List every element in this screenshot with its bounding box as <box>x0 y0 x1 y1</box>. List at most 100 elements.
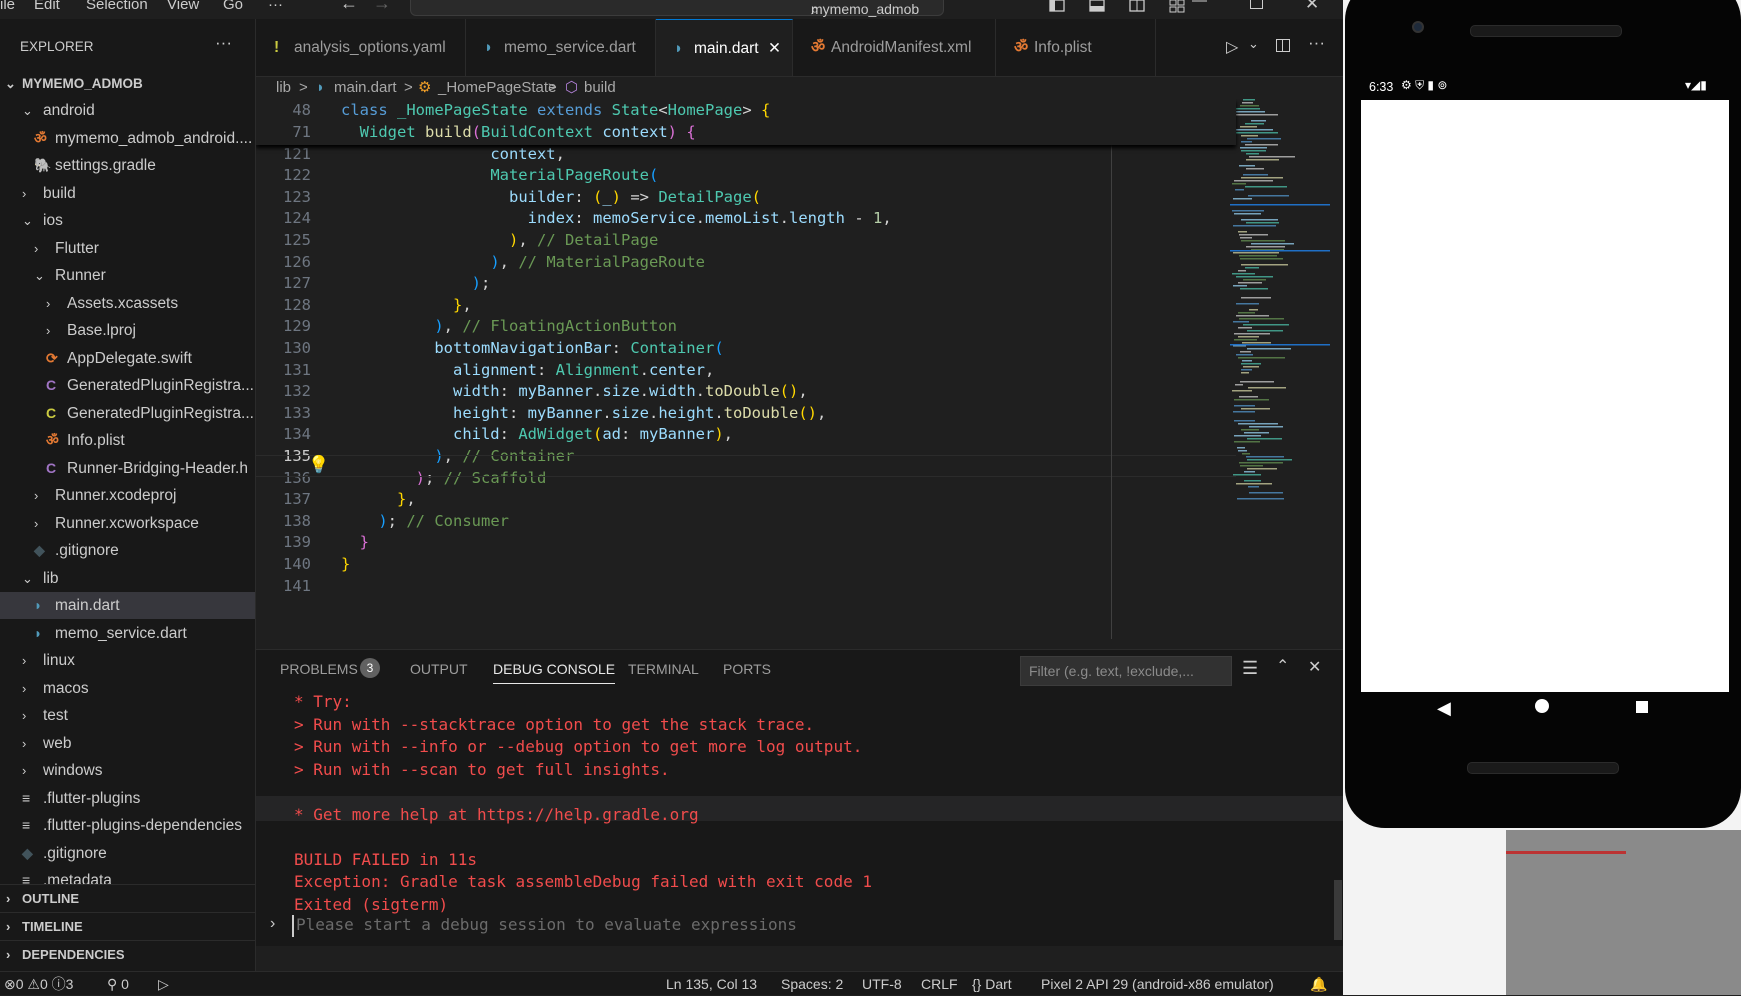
breadcrumb-lib[interactable]: lib <box>276 77 291 99</box>
breadcrumb-file[interactable]: main.dart <box>334 77 397 99</box>
close-tab-icon[interactable]: ✕ <box>768 20 781 77</box>
minimize-icon[interactable]: — <box>1192 0 1207 9</box>
tree-item[interactable]: › linux <box>0 647 255 674</box>
code-line[interactable]: 133 height: myBanner.size.height.toDoubl… <box>256 401 1236 425</box>
menu-selection[interactable]: Selection <box>86 0 148 13</box>
minimap[interactable] <box>1226 99 1343 649</box>
menu-edit[interactable]: Edit <box>34 0 60 13</box>
tree-item[interactable]: › Runner.xcodeproj <box>0 482 255 509</box>
tree-item[interactable]: C GeneratedPluginRegistra... <box>0 400 255 427</box>
code-line[interactable]: 122 MaterialPageRoute( <box>256 163 1236 187</box>
tree-item[interactable]: › windows <box>0 757 255 784</box>
command-center-search[interactable]: ⌕ mymemo_admob <box>410 0 944 17</box>
tree-item[interactable]: C GeneratedPluginRegistra... <box>0 372 255 399</box>
code-line[interactable]: 138 ); // Consumer <box>256 509 1236 533</box>
code-line[interactable]: 140} <box>256 552 1236 576</box>
nav-recents-icon[interactable] <box>1636 701 1648 713</box>
close-panel-icon[interactable]: ✕ <box>1308 657 1321 677</box>
lightbulb-icon[interactable]: 💡 <box>308 455 329 475</box>
code-line[interactable]: 48 class _HomePageState extends State<Hom… <box>256 99 1236 122</box>
tree-item[interactable]: › build <box>0 180 255 207</box>
console-filter-input[interactable]: Filter (e.g. text, !exclude,... <box>1020 656 1232 686</box>
tree-item[interactable]: ⌄ android <box>0 97 255 124</box>
tree-item[interactable]: ॐ Info.plist <box>0 427 255 454</box>
code-line[interactable]: 132 width: myBanner.size.width.toDouble(… <box>256 379 1236 403</box>
breadcrumb-class[interactable]: _HomePageState <box>438 77 556 99</box>
tree-item[interactable]: ◆ .gitignore <box>0 840 255 867</box>
menu-more[interactable]: ··· <box>268 0 283 13</box>
timeline-section[interactable]: › TIMELINE <box>0 912 255 940</box>
status-language[interactable]: {} Dart <box>972 972 1012 996</box>
nav-back-icon[interactable]: ◀ <box>1437 698 1451 719</box>
tree-item[interactable]: › test <box>0 702 255 729</box>
tab-ports[interactable]: PORTS <box>723 661 771 677</box>
tree-item[interactable]: C Runner-Bridging-Header.h <box>0 455 255 482</box>
status-encoding[interactable]: UTF-8 <box>862 972 902 996</box>
status-problems[interactable]: ⊗0 ⚠0 ⓘ3 <box>4 972 73 996</box>
tree-item[interactable]: ≡ .flutter-plugins-dependencies <box>0 812 255 839</box>
maximize-panel-icon[interactable]: ⌃ <box>1276 656 1289 676</box>
tab-problems[interactable]: PROBLEMS <box>280 661 358 677</box>
run-icon[interactable]: ▷ <box>1226 37 1238 57</box>
nav-home-icon[interactable] <box>1535 699 1549 713</box>
code-line[interactable]: 130 bottomNavigationBar: Container( <box>256 336 1236 360</box>
evaluate-expression-input[interactable]: Please start a debug session to evaluate… <box>292 915 1336 937</box>
tab-3[interactable]: ॐ AndroidManifest.xml <box>793 19 996 76</box>
code-line[interactable]: 121 context, <box>256 142 1236 166</box>
back-arrow-icon[interactable]: ← <box>340 0 358 14</box>
tree-item[interactable]: ◆ .gitignore <box>0 537 255 564</box>
menu-go[interactable]: Go <box>223 0 243 13</box>
clear-console-icon[interactable]: ☰ <box>1242 658 1258 679</box>
code-line[interactable]: 123 builder: (_) => DetailPage( <box>256 185 1236 209</box>
app-screen[interactable] <box>1361 100 1729 692</box>
code-line[interactable]: 141 <box>256 574 1236 598</box>
tab-4[interactable]: ॐ Info.plist <box>996 19 1156 76</box>
tree-item[interactable]: ⌄ lib <box>0 565 255 592</box>
status-eol[interactable]: CRLF <box>921 972 958 996</box>
code-line[interactable]: 129 ), // FloatingActionButton <box>256 314 1236 338</box>
notifications-bell-icon[interactable]: 🔔 <box>1310 972 1327 996</box>
tree-item[interactable]: 🐘 settings.gradle <box>0 152 255 179</box>
tab-terminal[interactable]: TERMINAL <box>628 661 699 677</box>
tab-1[interactable]: ◗ memo_service.dart <box>466 19 656 76</box>
code-line[interactable]: 134 child: AdWidget(ad: myBanner), <box>256 422 1236 446</box>
code-line[interactable]: 124 index: memoService.memoList.length -… <box>256 206 1236 230</box>
android-emulator[interactable]: 6:33 ⚙ ⛨ ▮ ⊚ ▾◢▮ ◀ <box>1345 0 1741 828</box>
tab-output[interactable]: OUTPUT <box>410 661 468 677</box>
code-editor[interactable]: 48 class _HomePageState extends State<Hom… <box>256 99 1343 649</box>
breadcrumb-method[interactable]: build <box>584 77 616 99</box>
editor-more-icon[interactable]: ··· <box>1308 33 1325 53</box>
code-line[interactable]: 126 ), // MaterialPageRoute <box>256 250 1236 274</box>
tree-item[interactable]: ◗ memo_service.dart <box>0 620 255 647</box>
debug-icon[interactable]: ▷ <box>158 972 169 996</box>
code-line[interactable]: 128 }, <box>256 293 1236 317</box>
code-line[interactable]: 127 ); <box>256 271 1236 295</box>
tab-debug-console[interactable]: DEBUG CONSOLE <box>493 661 616 684</box>
tree-item[interactable]: › Assets.xcassets <box>0 290 255 317</box>
menu-view[interactable]: View <box>167 0 199 13</box>
run-dropdown-icon[interactable]: ⌄ <box>1248 36 1259 52</box>
tree-item[interactable]: ◗ main.dart <box>0 592 255 619</box>
forward-arrow-icon[interactable]: → <box>373 0 391 14</box>
status-device[interactable]: Pixel 2 API 29 (android-x86 emulator) <box>1041 972 1274 996</box>
split-editor-icon[interactable] <box>1276 39 1290 52</box>
outline-section[interactable]: › OUTLINE <box>0 884 255 912</box>
status-indentation[interactable]: Spaces: 2 <box>781 972 843 996</box>
close-window-icon[interactable]: ✕ <box>1305 0 1319 14</box>
code-line[interactable]: 139 } <box>256 530 1236 554</box>
code-line[interactable]: 137 }, <box>256 487 1236 511</box>
tree-item[interactable]: ⟳ AppDelegate.swift <box>0 345 255 372</box>
tab-2[interactable]: ◗ main.dart ✕ <box>656 19 793 76</box>
code-line[interactable]: 125 ), // DetailPage <box>256 228 1236 252</box>
tree-item[interactable]: › macos <box>0 675 255 702</box>
status-cursor-position[interactable]: Ln 135, Col 13 <box>666 972 757 996</box>
status-ports[interactable]: ⚲ 0 <box>107 972 129 996</box>
menu-file[interactable]: ile <box>0 0 15 13</box>
tree-item[interactable]: › Base.lproj <box>0 317 255 344</box>
maximize-icon[interactable] <box>1250 0 1263 9</box>
tree-item[interactable]: ॐ mymemo_admob_android.... <box>0 125 255 152</box>
tree-item[interactable]: ⌄ Runner <box>0 262 255 289</box>
code-line[interactable]: 131 alignment: Alignment.center, <box>256 358 1236 382</box>
explorer-more-icon[interactable]: ··· <box>215 33 232 53</box>
code-line[interactable]: 71 Widget build(BuildContext context) { <box>256 120 1236 144</box>
